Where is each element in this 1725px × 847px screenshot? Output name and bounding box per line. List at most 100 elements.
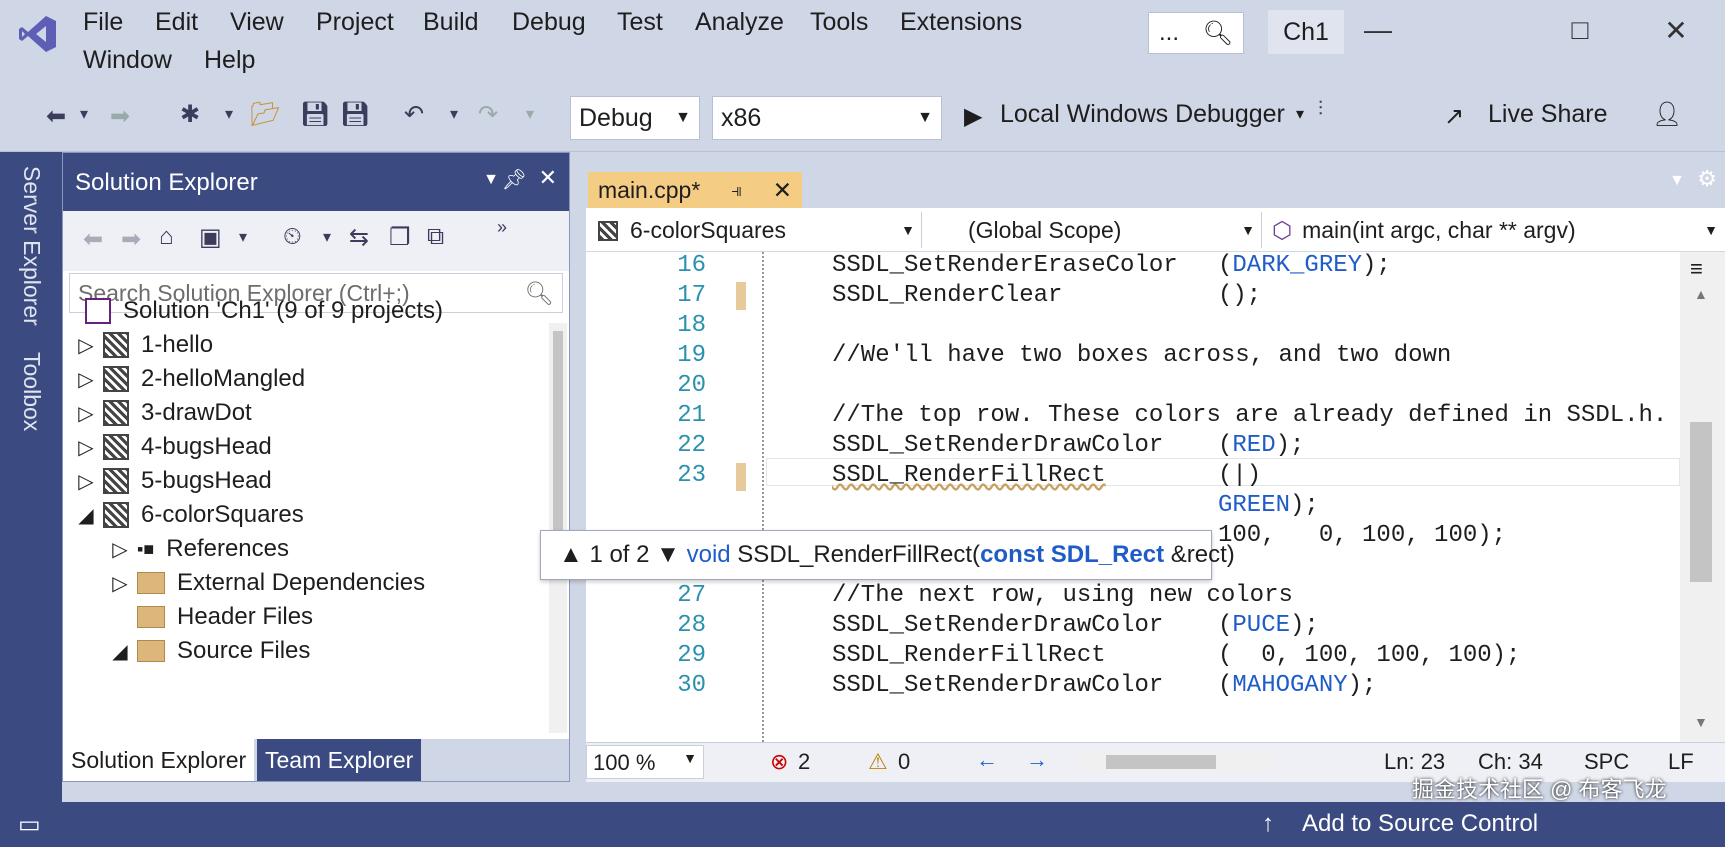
- tab-team-explorer[interactable]: Team Explorer: [257, 739, 422, 781]
- scrollbar-thumb[interactable]: [1106, 755, 1216, 769]
- pending-dropdown-icon[interactable]: ▾: [323, 227, 331, 247]
- tree-project[interactable]: ▷ 3-drawDot: [69, 395, 549, 431]
- undo-dropdown-icon[interactable]: ▾: [450, 104, 458, 124]
- menu-debug[interactable]: Debug: [512, 8, 586, 37]
- home-icon[interactable]: ⌂: [159, 223, 174, 251]
- close-icon[interactable]: ✕: [773, 177, 792, 204]
- notification-icon[interactable]: ▭: [18, 810, 41, 839]
- overload-up-icon[interactable]: ▲: [559, 541, 583, 568]
- menu-test[interactable]: Test: [617, 8, 663, 37]
- scrollbar-thumb[interactable]: [553, 331, 563, 561]
- expand-arrow-icon[interactable]: ▷: [103, 571, 137, 596]
- collapse-all-icon[interactable]: ❐: [389, 223, 411, 252]
- save-all-icon[interactable]: 💾︎: [340, 100, 370, 129]
- open-file-icon[interactable]: 📂︎: [250, 100, 280, 129]
- switch-views-icon[interactable]: ▣: [199, 223, 222, 252]
- tree-child-header-files[interactable]: Header Files: [103, 599, 583, 635]
- expand-arrow-icon[interactable]: ▷: [69, 469, 103, 494]
- zoom-select[interactable]: 100 % ▼: [586, 745, 704, 779]
- line-ending-indicator[interactable]: LF: [1668, 749, 1694, 775]
- code-area[interactable]: 16 17 18 19 20 21 22 23 26 27 28 29 30 S…: [586, 252, 1680, 742]
- expand-arrow-icon[interactable]: ▷: [69, 401, 103, 426]
- tree-project[interactable]: ▷ 2-helloMangled: [69, 361, 549, 397]
- tab-list-icon[interactable]: ▼: [1669, 172, 1685, 190]
- live-share-button[interactable]: Live Share: [1488, 100, 1608, 129]
- panel-menu-icon[interactable]: ▼: [483, 171, 499, 189]
- tree-child-external[interactable]: ▷ External Dependencies: [103, 565, 583, 601]
- toolbox-tab[interactable]: Toolbox: [18, 352, 45, 431]
- views-dropdown-icon[interactable]: ▾: [239, 227, 247, 247]
- menu-window[interactable]: Window: [83, 46, 172, 75]
- split-icon[interactable]: ≡: [1690, 256, 1703, 282]
- forward-icon[interactable]: ➡: [121, 225, 141, 254]
- tree-child-references[interactable]: ▷ ▪■ References: [103, 531, 583, 567]
- show-all-files-icon[interactable]: ⧉: [427, 223, 444, 251]
- pending-changes-icon[interactable]: ⏲: [283, 223, 302, 251]
- start-debugger-button[interactable]: Local Windows Debugger: [1000, 100, 1285, 129]
- tab-main-cpp[interactable]: main.cpp* ⫣ ✕: [588, 172, 802, 208]
- collapse-arrow-icon[interactable]: ◢: [103, 639, 137, 664]
- vertical-scrollbar[interactable]: ≡ ▲ ▼: [1680, 252, 1725, 742]
- menu-analyze[interactable]: Analyze: [695, 8, 784, 37]
- menu-help[interactable]: Help: [204, 46, 255, 75]
- minimize-icon[interactable]: ―: [1358, 14, 1398, 54]
- server-explorer-tab[interactable]: Server Explorer: [18, 166, 45, 326]
- debugger-dropdown-icon[interactable]: ▾: [1296, 104, 1304, 124]
- scroll-up-icon[interactable]: ▲: [1694, 286, 1708, 302]
- expand-arrow-icon[interactable]: ▷: [69, 333, 103, 358]
- search-box[interactable]: ... 🔍︎: [1148, 12, 1244, 54]
- close-icon[interactable]: ✕: [539, 165, 557, 191]
- undo-icon[interactable]: ↶: [404, 100, 424, 129]
- sync-icon[interactable]: ⇆: [349, 223, 369, 252]
- menu-view[interactable]: View: [230, 8, 284, 37]
- back-icon[interactable]: ⬅: [83, 225, 103, 254]
- save-icon[interactable]: 💾︎: [300, 100, 330, 129]
- back-icon[interactable]: ⬅: [46, 102, 66, 131]
- menu-build[interactable]: Build: [423, 8, 479, 37]
- close-icon[interactable]: ✕: [1656, 14, 1696, 54]
- error-icon[interactable]: ⊗: [770, 749, 788, 775]
- tab-solution-explorer[interactable]: Solution Explorer: [63, 739, 255, 781]
- platform-select[interactable]: x86 ▼: [712, 96, 942, 140]
- overload-down-icon[interactable]: ▼: [656, 541, 680, 568]
- scrollbar-thumb[interactable]: [1690, 422, 1712, 582]
- warning-icon[interactable]: ⚠: [868, 749, 888, 775]
- maximize-icon[interactable]: □: [1560, 14, 1600, 54]
- scroll-down-icon[interactable]: ▼: [1694, 714, 1708, 730]
- menu-extensions[interactable]: Extensions: [900, 8, 1022, 37]
- tree-project[interactable]: ▷ 5-bugsHead: [69, 463, 549, 499]
- member-dropdown[interactable]: ⬡ main(int argc, char ** argv) ▼: [1266, 212, 1724, 248]
- gear-icon[interactable]: ⚙: [1697, 166, 1717, 192]
- nav-back-icon[interactable]: ←: [976, 747, 998, 773]
- pin-icon[interactable]: 📌︎: [502, 167, 527, 192]
- collapse-arrow-icon[interactable]: ◢: [69, 503, 103, 528]
- upload-arrow-icon[interactable]: ↑: [1262, 810, 1274, 838]
- tree-project[interactable]: ▷ 4-bugsHead: [69, 429, 549, 465]
- menu-tools[interactable]: Tools: [810, 8, 868, 37]
- new-project-icon[interactable]: ✱: [180, 100, 200, 129]
- config-select[interactable]: Debug ▼: [570, 96, 700, 140]
- new-dropdown-icon[interactable]: ▾: [225, 104, 233, 124]
- tree-solution-root[interactable]: Solution 'Ch1' (9 of 9 projects): [85, 293, 565, 329]
- expand-arrow-icon[interactable]: ▷: [69, 367, 103, 392]
- overflow-icon[interactable]: »: [497, 217, 507, 238]
- pin-icon[interactable]: ⫣: [731, 180, 742, 201]
- redo-icon[interactable]: ↷: [478, 100, 498, 129]
- redo-dropdown-icon[interactable]: ▾: [526, 104, 534, 124]
- project-dropdown[interactable]: 6-colorSquares ▼: [592, 212, 922, 248]
- expand-arrow-icon[interactable]: ▷: [103, 537, 137, 562]
- add-to-source-control-button[interactable]: Add to Source Control: [1302, 810, 1538, 838]
- feedback-icon[interactable]: 👤︎: [1652, 100, 1682, 129]
- menu-project[interactable]: Project: [316, 8, 394, 37]
- tree-child-source-files[interactable]: ◢ Source Files: [103, 633, 583, 669]
- scope-dropdown[interactable]: (Global Scope) ▼: [926, 212, 1262, 248]
- forward-icon[interactable]: ➡: [110, 102, 130, 131]
- expand-arrow-icon[interactable]: ▷: [69, 435, 103, 460]
- tree-project-expanded[interactable]: ◢ 6-colorSquares: [69, 497, 549, 533]
- play-icon[interactable]: ▶: [964, 102, 982, 131]
- back-dropdown-icon[interactable]: ▾: [80, 104, 88, 124]
- menu-edit[interactable]: Edit: [155, 8, 198, 37]
- menu-file[interactable]: File: [83, 8, 123, 37]
- tree-project[interactable]: ▷ 1-hello: [69, 327, 549, 363]
- scrollbar[interactable]: [549, 323, 567, 733]
